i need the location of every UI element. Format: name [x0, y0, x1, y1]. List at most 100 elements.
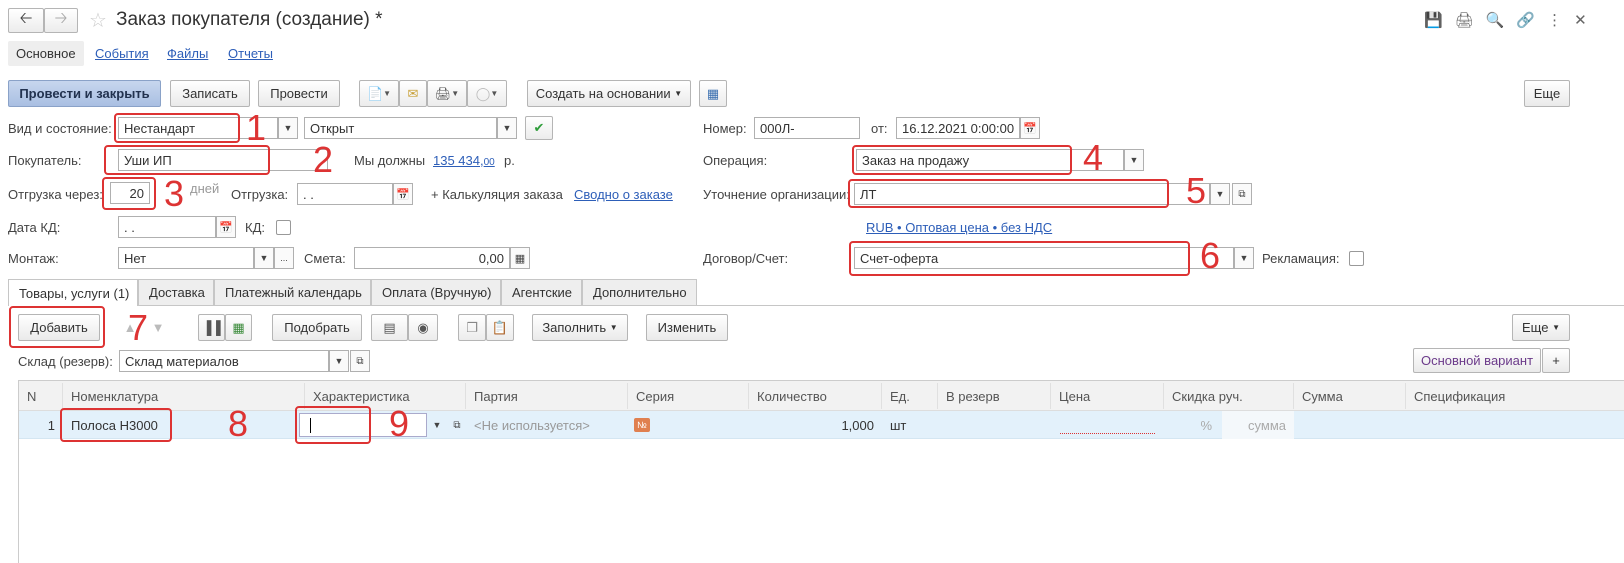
- row-quantity[interactable]: 1,000: [749, 411, 882, 439]
- paste-button[interactable]: 📋: [486, 314, 514, 341]
- preview-icon[interactable]: 🔍: [1486, 11, 1505, 29]
- post-button[interactable]: Провести: [258, 80, 340, 107]
- org-open-button[interactable]: ⧉: [1232, 183, 1252, 205]
- status-menu-button[interactable]: ◯ ▼: [467, 80, 507, 107]
- contract-label: Договор/Счет:: [703, 251, 789, 266]
- mount-select-button[interactable]: ...: [274, 247, 294, 269]
- copy-button[interactable]: ❐: [458, 314, 486, 341]
- tab-goods[interactable]: Товары, услуги (1): [8, 279, 138, 306]
- contract-dropdown[interactable]: ▼: [1234, 247, 1254, 269]
- col-sum[interactable]: Сумма: [1294, 383, 1406, 409]
- state-dropdown[interactable]: ▼: [497, 117, 517, 139]
- estimate-calc-button[interactable]: ▦: [510, 247, 530, 269]
- more-vertical-icon[interactable]: ⋮: [1547, 11, 1562, 29]
- row-nomenclature[interactable]: Полоса Н3000: [63, 411, 203, 439]
- number-field[interactable]: 000Л-: [754, 117, 860, 139]
- close-icon[interactable]: ✕: [1574, 11, 1587, 29]
- view-button[interactable]: ◉: [408, 314, 438, 341]
- create-based-on-button[interactable]: Создать на основании ▼: [527, 80, 691, 107]
- star-icon[interactable]: ☆: [89, 8, 107, 33]
- col-nomenclature[interactable]: Номенклатура: [63, 383, 305, 409]
- forward-button[interactable]: 🡢: [44, 8, 78, 33]
- state-field[interactable]: Открыт: [304, 117, 497, 139]
- kd-checkbox[interactable]: [276, 220, 291, 235]
- row-unit[interactable]: шт: [882, 411, 938, 439]
- section-tab-files[interactable]: Файлы: [167, 46, 208, 61]
- characteristic-open-button[interactable]: ⧉: [447, 414, 467, 436]
- barcode-button[interactable]: ▐▐: [198, 314, 225, 341]
- we-owe-amount-link[interactable]: 135 434,00: [433, 153, 495, 168]
- mount-field[interactable]: Нет: [118, 247, 254, 269]
- kind-dropdown[interactable]: ▼: [278, 117, 298, 139]
- series-icon[interactable]: №: [634, 418, 650, 432]
- add-variant-button[interactable]: +: [1542, 348, 1570, 373]
- annotation-number-7: 7: [128, 307, 149, 348]
- kd-date-field[interactable]: . .: [118, 216, 216, 238]
- row-discount-pct[interactable]: %: [1164, 411, 1220, 439]
- col-price[interactable]: Цена: [1051, 383, 1164, 409]
- date-field[interactable]: 16.12.2021 0:00:00: [896, 117, 1020, 139]
- date-calendar-button[interactable]: 📅: [1020, 117, 1040, 139]
- fill-button[interactable]: Заполнить ▼: [532, 314, 628, 341]
- mount-dropdown[interactable]: ▼: [254, 247, 274, 269]
- operation-dropdown[interactable]: ▼: [1124, 149, 1144, 171]
- save-button[interactable]: Записать: [170, 80, 250, 107]
- kd-date-calendar-button[interactable]: 📅: [216, 216, 236, 238]
- org-dropdown[interactable]: ▼: [1210, 183, 1230, 205]
- warehouse-open-button[interactable]: ⧉: [350, 350, 370, 372]
- arrow-right-icon: 🡢: [54, 10, 68, 27]
- tab-delivery[interactable]: Доставка: [138, 279, 214, 305]
- barcode-scan-button[interactable]: ▦: [225, 314, 252, 341]
- section-tab-reports[interactable]: Отчеты: [228, 46, 273, 61]
- order-calc-link[interactable]: + Калькуляция заказа: [431, 187, 563, 202]
- card-button[interactable]: ▤: [371, 314, 408, 341]
- print-icon[interactable]: 🖨: [1455, 11, 1474, 29]
- back-button[interactable]: 🡠: [8, 8, 44, 33]
- col-unit[interactable]: Ед.: [882, 383, 938, 409]
- col-spec[interactable]: Спецификация: [1406, 383, 1624, 409]
- col-characteristic[interactable]: Характеристика: [305, 383, 466, 409]
- items-more-button[interactable]: Еще ▼: [1512, 314, 1570, 341]
- price-settings-link[interactable]: RUB • Оптовая цена • без НДС: [866, 220, 1052, 235]
- annotation-number-9: 9: [389, 403, 410, 444]
- warehouse-field[interactable]: Склад материалов: [119, 350, 329, 372]
- row-discount-sum[interactable]: сумма: [1222, 411, 1294, 439]
- contract-field[interactable]: Счет-оферта: [854, 247, 1234, 269]
- move-down-button[interactable]: ▼: [146, 314, 170, 341]
- warehouse-dropdown[interactable]: ▼: [329, 350, 349, 372]
- tab-agency[interactable]: Агентские: [501, 279, 582, 305]
- post-and-close-button[interactable]: Провести и закрыть: [8, 80, 161, 107]
- add-button[interactable]: Добавить: [18, 314, 100, 341]
- tab-additional[interactable]: Дополнительно: [582, 279, 697, 305]
- col-series[interactable]: Серия: [628, 383, 749, 409]
- documents-menu-button[interactable]: 📄 ▼: [359, 80, 399, 107]
- structure-button[interactable]: ▦: [699, 80, 727, 107]
- col-batch[interactable]: Партия: [466, 383, 628, 409]
- link-icon[interactable]: 🔗: [1516, 11, 1535, 29]
- col-reserve[interactable]: В резерв: [938, 383, 1051, 409]
- shipment-calendar-button[interactable]: 📅: [393, 183, 413, 205]
- section-tab-events[interactable]: События: [95, 46, 149, 61]
- section-tab-main[interactable]: Основное: [8, 41, 84, 66]
- col-discount[interactable]: Скидка руч.: [1164, 383, 1294, 409]
- characteristic-dropdown[interactable]: ▼: [427, 414, 447, 436]
- tab-payment-calendar[interactable]: Платежный календарь: [214, 279, 371, 305]
- more-button[interactable]: Еще: [1524, 80, 1570, 107]
- col-n[interactable]: N: [19, 383, 63, 409]
- variant-button[interactable]: Основной вариант: [1413, 348, 1541, 373]
- order-summary-link[interactable]: Сводно о заказе: [574, 187, 673, 202]
- print-menu-button[interactable]: 🖨 ▼: [427, 80, 467, 107]
- org-field[interactable]: ЛТ: [854, 183, 1210, 205]
- buyer-field[interactable]: Уши ИП: [118, 149, 328, 171]
- pick-button[interactable]: Подобрать: [272, 314, 362, 341]
- save-icon[interactable]: 💾: [1424, 11, 1443, 29]
- state-confirm-button[interactable]: ✔: [525, 116, 553, 140]
- email-button[interactable]: ✉: [399, 80, 427, 107]
- reclamation-checkbox[interactable]: [1349, 251, 1364, 266]
- ship-in-field[interactable]: 20: [110, 182, 150, 204]
- estimate-field[interactable]: 0,00: [354, 247, 510, 269]
- change-button[interactable]: Изменить: [646, 314, 728, 341]
- col-quantity[interactable]: Количество: [749, 383, 882, 409]
- shipment-date-field[interactable]: . .: [297, 183, 393, 205]
- tab-payment-manual[interactable]: Оплата (Вручную): [371, 279, 501, 305]
